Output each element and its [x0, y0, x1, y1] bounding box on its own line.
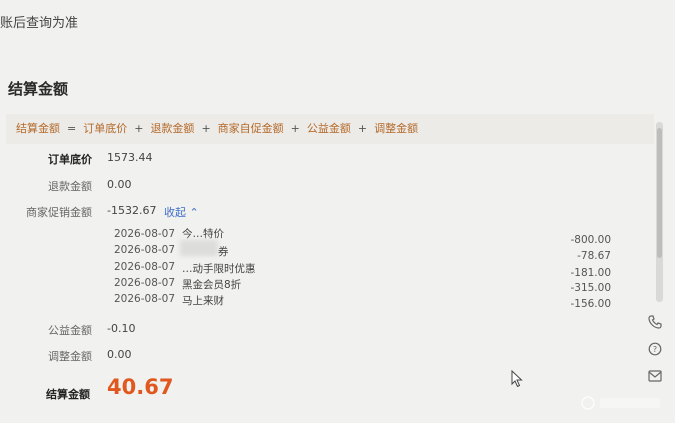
formula-plus: + [290, 122, 300, 135]
promo-detail-name: 黑金会员8折 [182, 279, 242, 291]
promo-detail-date: 2026-08-07 [114, 293, 176, 305]
charity-label: 公益金额 [48, 324, 92, 337]
total-label: 结算金额 [46, 388, 90, 401]
formula-equals: = [67, 122, 77, 135]
promo-detail-date: 2026-08-07 [114, 277, 176, 289]
adjust-label: 调整金额 [48, 350, 92, 363]
promo-detail-name: 今…特价 [182, 228, 224, 240]
formula-term-promo: 商家自促金额 [217, 122, 284, 135]
svg-text:?: ? [653, 345, 657, 354]
formula-plus: + [357, 122, 368, 135]
scrollbar-thumb[interactable] [657, 128, 662, 258]
chevron-up-icon: ⌃ [189, 206, 199, 219]
collapse-toggle-link[interactable]: 收起 ⌃ [164, 204, 199, 220]
order-base-label: 订单底价 [48, 153, 92, 166]
formula-plus: + [134, 122, 144, 135]
promo-detail-amount: -78.67 [577, 250, 611, 262]
promo-detail-name: 马上来财 [182, 295, 224, 307]
charity-value: -0.10 [107, 322, 136, 335]
phone-icon[interactable] [646, 313, 664, 331]
promo-detail-name: 券 [218, 246, 229, 258]
section-title: 结算金额 [8, 80, 69, 98]
refund-label: 退款金额 [48, 180, 92, 193]
formula-term-adjust: 调整金额 [374, 122, 419, 135]
promo-detail-name: …动手限时优惠 [182, 263, 256, 275]
redaction-mask [180, 240, 218, 256]
refund-value: 0.00 [107, 178, 132, 191]
promo-detail-date: 2026-08-07 [114, 228, 176, 240]
formula-term-order-base: 订单底价 [83, 122, 128, 135]
help-icon[interactable]: ? [646, 340, 664, 358]
promo-detail-amount: -800.00 [570, 234, 611, 246]
order-base-value: 1573.44 [107, 151, 153, 164]
adjust-value: 0.00 [107, 348, 132, 361]
promo-detail-date: 2026-08-07 [114, 261, 176, 273]
promo-label: 商家促销金额 [26, 206, 92, 219]
promo-value: -1532.67 [107, 204, 157, 217]
formula-bar: 结算金额 = 订单底价 + 退款金额 + 商家自促金额 + 公益金额 + 调整金额 [6, 114, 654, 144]
formula-result: 结算金额 [16, 122, 60, 135]
collapse-toggle-label: 收起 [164, 206, 186, 219]
promo-detail-amount: -181.00 [570, 267, 611, 279]
mail-icon[interactable] [646, 367, 664, 385]
notice-text: 账后查询为准 [0, 16, 79, 31]
formula-plus: + [201, 122, 211, 135]
promo-detail-amount: -156.00 [570, 298, 611, 310]
formula-term-refund: 退款金额 [150, 122, 195, 135]
promo-detail-date: 2026-08-07 [114, 244, 176, 256]
total-value: 40.67 [107, 375, 174, 399]
promo-detail-amount: -315.00 [570, 282, 611, 294]
watermark-logo [580, 393, 666, 417]
mouse-cursor-icon [511, 369, 523, 392]
formula-term-charity: 公益金额 [306, 122, 351, 135]
